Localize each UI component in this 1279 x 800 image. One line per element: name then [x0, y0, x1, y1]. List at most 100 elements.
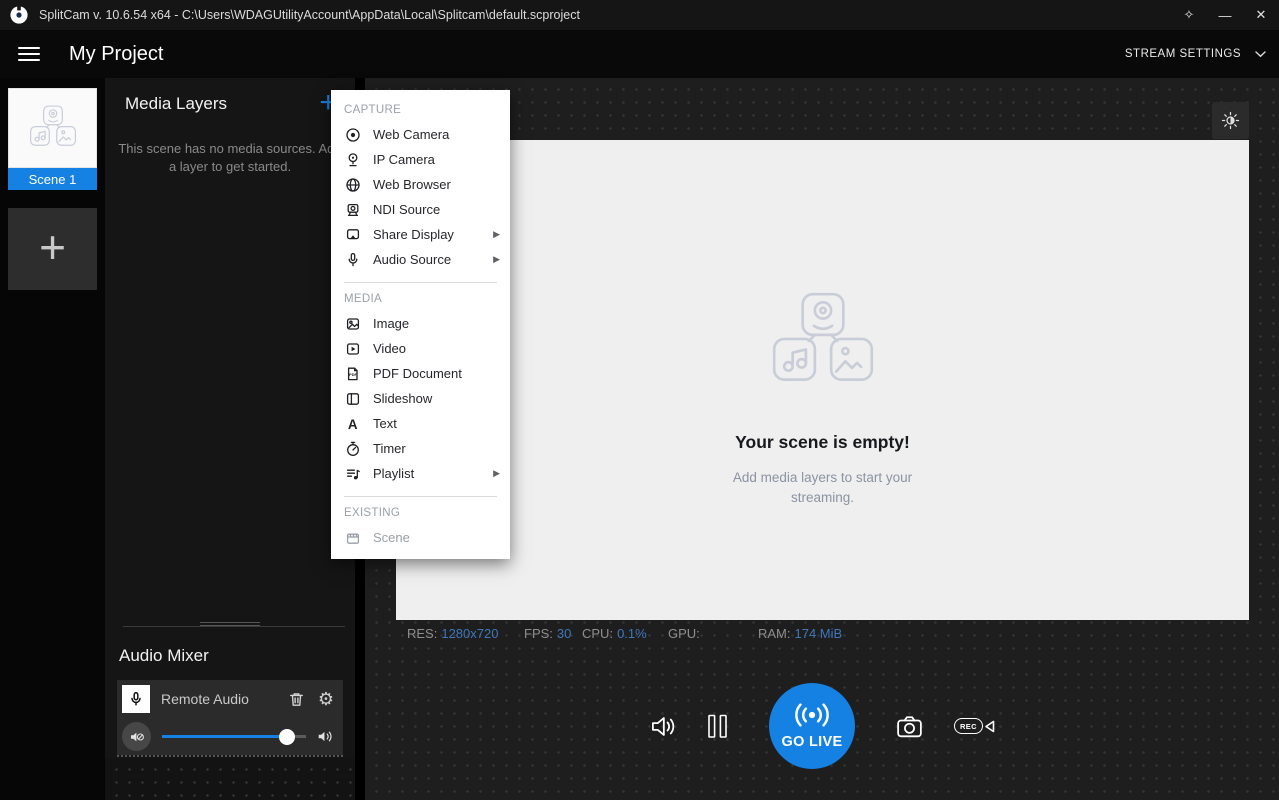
camera-icon	[895, 712, 924, 741]
scene-thumbnail	[8, 88, 97, 168]
mute-button[interactable]	[122, 722, 151, 751]
menu-item-timer[interactable]: Timer	[331, 436, 510, 461]
delete-audio-source-button[interactable]	[288, 691, 305, 708]
menu-divider	[344, 496, 497, 497]
microphone-icon	[128, 691, 144, 707]
speaker-loud-icon	[317, 728, 334, 745]
camcorder-lens-icon	[984, 719, 995, 734]
rec-label: REC	[954, 718, 983, 734]
audio-source-name: Remote Audio	[161, 691, 288, 707]
splitcam-logo-icon	[9, 5, 29, 25]
plus-icon: +	[39, 220, 66, 274]
audio-mixer-item: Remote Audio ⚙	[117, 680, 343, 757]
menu-divider	[344, 282, 497, 283]
brightness-sun-icon	[1221, 111, 1240, 130]
media-layers-title: Media Layers	[125, 94, 227, 114]
go-live-button[interactable]: GO LIVE	[769, 683, 855, 769]
menu-section-capture: CAPTURE	[331, 95, 510, 122]
empty-scene-graphic	[762, 292, 884, 392]
menu-item-pdf-document[interactable]: PDF PDF Document	[331, 361, 510, 386]
menu-item-share-display[interactable]: Share Display ▶	[331, 222, 510, 247]
menu-item-web-camera[interactable]: Web Camera	[331, 122, 510, 147]
volume-slider[interactable]	[162, 735, 306, 738]
menu-item-audio-source[interactable]: Audio Source ▶	[331, 247, 510, 272]
submenu-arrow-icon: ▶	[493, 254, 500, 265]
menu-item-text[interactable]: A Text	[331, 411, 510, 436]
menu-item-playlist[interactable]: Playlist ▶	[331, 461, 510, 486]
chevron-down-icon	[1255, 51, 1266, 58]
empty-scene-title: Your scene is empty!	[735, 432, 910, 453]
panel-bottom-texture	[105, 758, 355, 800]
ip-camera-icon	[344, 152, 361, 168]
stream-controls: GO LIVE REC	[365, 683, 1279, 769]
project-title: My Project	[69, 43, 163, 66]
go-live-label: GO LIVE	[782, 734, 843, 750]
title-bar: SplitCam v. 10.6.54 x64 - C:\Users\WDAGU…	[0, 0, 1279, 30]
slideshow-icon	[344, 391, 361, 407]
svg-text:A: A	[347, 416, 357, 431]
broadcast-icon	[788, 703, 836, 727]
scene-tile-1[interactable]: Scene 1	[8, 88, 97, 190]
status-bar: RES:1280x720 FPS:30 CPU:0.1% GPU: RAM:17…	[396, 626, 1249, 646]
brightness-button[interactable]	[1212, 102, 1249, 139]
status-cpu: CPU:0.1%	[582, 626, 647, 641]
scene-rail: Scene 1 +	[0, 78, 105, 800]
audio-source-icon	[344, 252, 361, 268]
window-title: SplitCam v. 10.6.54 x64 - C:\Users\WDAGU…	[39, 8, 580, 22]
submenu-arrow-icon: ▶	[493, 468, 500, 479]
timer-icon	[344, 441, 361, 457]
volume-knob[interactable]	[279, 729, 295, 745]
audio-source-thumbnail	[122, 685, 150, 713]
stream-settings-button[interactable]: STREAM SETTINGS	[1125, 48, 1266, 60]
status-ram: RAM:174 MiB	[758, 626, 842, 641]
web-camera-icon	[344, 127, 361, 143]
add-layer-menu: CAPTURE Web Camera IP Camera Web Browser…	[331, 90, 510, 559]
menu-item-scene[interactable]: Scene	[331, 525, 510, 550]
image-icon	[344, 316, 361, 332]
status-gpu: GPU:	[668, 626, 704, 641]
status-res: RES:1280x720	[407, 626, 498, 641]
submenu-arrow-icon: ▶	[493, 229, 500, 240]
audio-settings-button[interactable]: ⚙	[318, 690, 334, 708]
add-scene-button[interactable]: +	[8, 208, 97, 290]
scene-icon	[344, 530, 361, 546]
menu-item-image[interactable]: Image	[331, 311, 510, 336]
pdf-document-icon: PDF	[344, 366, 361, 382]
pause-button[interactable]	[706, 713, 729, 740]
pause-icon	[706, 713, 729, 740]
hamburger-menu-icon[interactable]	[18, 47, 40, 62]
share-display-icon	[344, 227, 361, 243]
audio-output-button[interactable]	[649, 712, 678, 741]
snapshot-button[interactable]	[895, 712, 924, 741]
stream-settings-label: STREAM SETTINGS	[1125, 48, 1241, 60]
menu-item-ip-camera[interactable]: IP Camera	[331, 147, 510, 172]
audio-mixer-title: Audio Mixer	[119, 646, 209, 666]
close-button[interactable]: ✕	[1243, 0, 1279, 30]
playlist-icon	[344, 466, 361, 482]
menu-item-video[interactable]: Video	[331, 336, 510, 361]
text-icon: A	[344, 416, 361, 432]
media-layers-empty-text: This scene has no media sources. Add a l…	[117, 140, 343, 176]
menu-section-existing: EXISTING	[331, 498, 510, 525]
menu-item-ndi-source[interactable]: NDI Source	[331, 197, 510, 222]
trash-icon	[288, 691, 305, 708]
speaker-muted-icon	[129, 729, 145, 745]
panel-divider	[123, 626, 345, 627]
video-icon	[344, 341, 361, 357]
pin-icon[interactable]: ✧	[1171, 0, 1207, 30]
empty-scene-subtitle: Add media layers to start your streaming…	[718, 468, 928, 509]
web-browser-icon	[344, 177, 361, 193]
record-button[interactable]: REC	[954, 718, 995, 734]
svg-text:PDF: PDF	[349, 371, 357, 376]
scene-label: Scene 1	[8, 168, 97, 190]
menu-item-web-browser[interactable]: Web Browser	[331, 172, 510, 197]
media-layers-panel: Media Layers + This scene has no media s…	[105, 78, 355, 800]
volume-fill	[162, 735, 287, 738]
status-fps: FPS:30	[524, 626, 571, 641]
scene-preview: Your scene is empty! Add media layers to…	[396, 140, 1249, 620]
app-header: My Project STREAM SETTINGS	[0, 30, 1279, 78]
menu-item-slideshow[interactable]: Slideshow	[331, 386, 510, 411]
speaker-icon	[649, 712, 678, 741]
minimize-button[interactable]: —	[1207, 0, 1243, 30]
menu-section-media: MEDIA	[331, 284, 510, 311]
